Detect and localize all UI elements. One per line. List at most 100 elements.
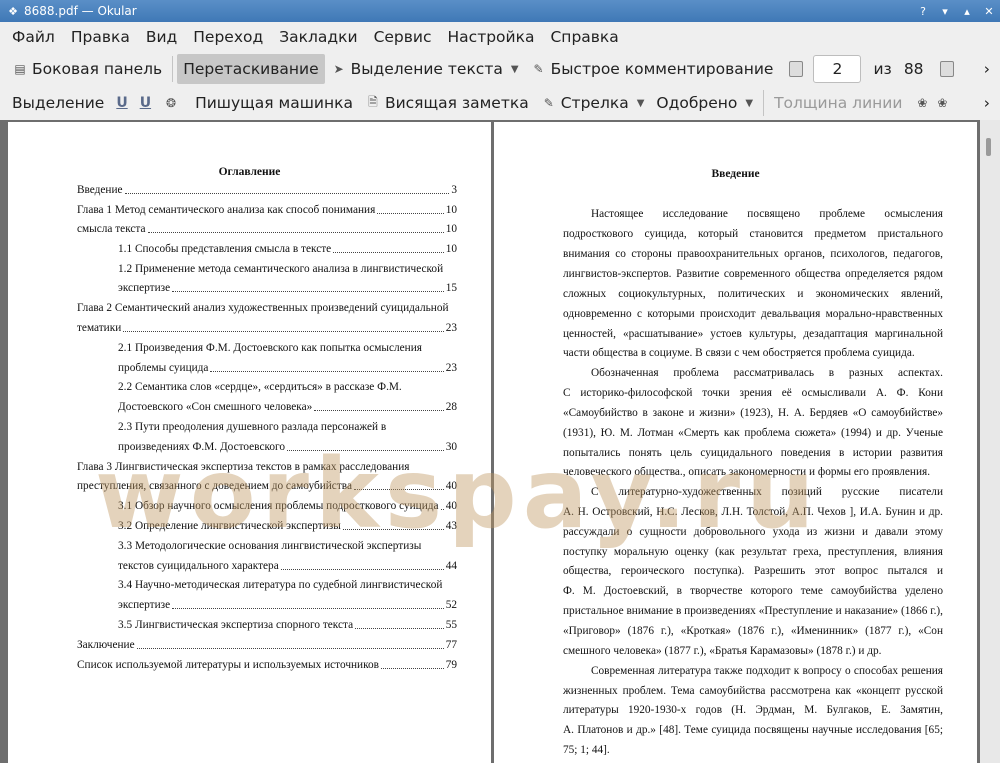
typewriter-label: Пишущая машинка (195, 94, 353, 112)
toc-entry[interactable]: преступления, связанного с доведением до… (77, 480, 457, 493)
hanging-note-label: Висящая заметка (384, 94, 529, 112)
text-line: С литературно-художественных позиций рус… (591, 486, 943, 498)
line-width-label: Толщина линии (774, 94, 903, 112)
chevron-down-icon[interactable]: ▼ (511, 64, 519, 75)
text-line: А. Платонов и др.» [48]. Теме суицида по… (563, 724, 943, 736)
color-icon[interactable]: ❀ (914, 95, 930, 111)
pdf-page-toc: Оглавление Введение 3 Глава 1 Метод семан… (8, 122, 491, 763)
drag-mode-button[interactable]: Перетаскивание (177, 54, 325, 84)
text-select-button[interactable]: ➤ Выделение текста ▼ (325, 54, 525, 84)
sidebar-button[interactable]: ▤ Боковая панель (6, 54, 168, 84)
menu-bookmarks[interactable]: Закладки (271, 24, 365, 50)
toc-entry[interactable]: произведениях Ф.М. Достоевского 30 (118, 441, 457, 454)
chevron-down-icon[interactable]: ▼ (745, 98, 753, 109)
note-icon: 🗎 (368, 94, 378, 109)
toc-entry[interactable]: проблемы суицида 23 (118, 362, 457, 375)
toc-entry[interactable]: 3.2 Определение лингвистической эксперти… (118, 520, 457, 533)
chevron-down-icon[interactable]: ▼ (637, 98, 645, 109)
quick-comment-button[interactable]: ✎ Быстрое комментирование (525, 54, 780, 84)
text-line: одновременно с которыми происходит девал… (563, 308, 943, 320)
drag-mode-label: Перетаскивание (183, 60, 319, 78)
toc-entry[interactable]: 1.2 Применение метода семантического ана… (118, 263, 443, 275)
main-toolbar: ▤ Боковая панель Перетаскивание ➤ Выделе… (0, 52, 1000, 86)
help-button[interactable]: ? (912, 0, 934, 22)
menu-tools[interactable]: Сервис (366, 24, 440, 50)
minimize-button[interactable]: ▾ (934, 0, 956, 22)
page-number-input[interactable]: 2 (813, 55, 862, 83)
menu-go[interactable]: Переход (185, 24, 271, 50)
toolbar-overflow-button[interactable]: › (978, 54, 996, 84)
text-line: пристальное внимание в произведениях «Пр… (563, 605, 943, 617)
text-line: Современная литература также подходит к … (591, 665, 943, 677)
toc-entry[interactable]: Глава 2 Семантический анализ художествен… (77, 302, 449, 314)
toc-entry[interactable]: Заключение 77 (77, 639, 457, 652)
okular-app-icon: ❖ (8, 4, 18, 18)
title-bar: ❖ 8688.pdf — Okular ? ▾ ▴ ✕ (0, 0, 1000, 22)
text-line: Настоящее исследование посвящено проблем… (591, 208, 943, 220)
toc-entry[interactable]: тематики 23 (77, 322, 457, 335)
arrow-pen-icon: ✎ (543, 96, 554, 110)
line-width-button[interactable]: Толщина линии (768, 88, 908, 118)
close-button[interactable]: ✕ (978, 0, 1000, 22)
toolbar-overflow-button[interactable]: › (978, 88, 996, 118)
toc-entry[interactable]: Введение 3 (77, 184, 457, 197)
toc-entry[interactable]: 3.4 Научно-методическая литература по су… (118, 579, 442, 591)
toc-entry[interactable]: экспертизе 52 (118, 599, 457, 612)
text-line: (1931), Ю. М. Лотман «Смерть как проблем… (563, 427, 943, 439)
text-select-label: Выделение текста (350, 60, 503, 78)
arrow-button[interactable]: ✎ Стрелка ▼ (535, 88, 651, 118)
pdf-page-introduction: Введение Настоящее исследование посвящен… (494, 122, 977, 763)
toc-entry[interactable]: 3.5 Лингвистическая экспертиза спорного … (118, 619, 457, 632)
toc-entry[interactable]: 2.1 Произведения Ф.М. Достоевского как п… (118, 342, 422, 354)
text-line: «Приговор» (1876 г.), «Кроткая» (1876 г.… (563, 625, 943, 637)
opacity-icon[interactable]: ❀ (934, 95, 950, 111)
text-line: Ф. М. Достоевский, в творчестве которого… (563, 585, 943, 597)
cursor-icon: ➤ (333, 62, 344, 76)
toc-entry[interactable]: 2.2 Семантика слов «сердце», «сердиться»… (118, 381, 402, 393)
menu-help[interactable]: Справка (542, 24, 626, 50)
vertical-scrollbar[interactable] (980, 120, 1000, 763)
strikeout-icon[interactable]: ❂ (157, 88, 189, 118)
maximize-button[interactable]: ▴ (956, 0, 978, 22)
text-line: литературы 1920-1930-х годов (Н. Эрдман,… (563, 704, 943, 716)
menu-edit[interactable]: Правка (63, 24, 138, 50)
toc-entry[interactable]: 1.1 Способы представления смысла в текст… (118, 243, 457, 256)
toc-title: Оглавление (218, 166, 281, 178)
arrow-label: Стрелка (560, 94, 629, 112)
toc-entry[interactable]: текстов суицидального характера 44 (118, 560, 457, 573)
toc-entry[interactable]: экспертизе 15 (118, 282, 457, 295)
toc-entry[interactable]: Список используемой литературы и использ… (77, 659, 457, 672)
toc-entry[interactable]: Глава 1 Метод семантического анализа как… (77, 204, 457, 217)
next-page-icon[interactable] (939, 61, 954, 77)
text-line: подросткового суицида, который становитс… (563, 228, 943, 240)
page-total: 88 (903, 60, 924, 78)
typewriter-button[interactable]: Пишущая машинка (189, 88, 359, 118)
stamp-icon: ❂ (166, 96, 177, 110)
toc-entry[interactable]: смысла текста 10 (77, 223, 457, 236)
text-line: попытались понять цель суицидального пов… (563, 447, 943, 459)
scrollbar-thumb[interactable] (986, 138, 991, 156)
pen-icon: ✎ (533, 62, 544, 76)
approved-stamp-button[interactable]: Одобрено ▼ (650, 88, 759, 118)
hanging-note-button[interactable]: 🗎 Висящая заметка (359, 88, 535, 118)
previous-page-icon[interactable] (789, 61, 804, 77)
toc-entry[interactable]: Достоевского «Сон смешного человека» 28 (118, 401, 457, 414)
underline-icon[interactable]: U (110, 88, 133, 118)
highlight-label: Выделение (12, 94, 105, 112)
text-line: сложных социокультурных, политических и … (563, 288, 943, 300)
text-line: рассуждали о сущности добровольного уход… (563, 526, 943, 538)
page-number-value: 2 (832, 60, 843, 78)
document-view[interactable]: Оглавление Введение 3 Глава 1 Метод семан… (0, 120, 1000, 763)
toc-entry[interactable]: 3.3 Методологические основания лингвисти… (118, 540, 421, 552)
toc-entry[interactable]: Глава 3 Лингвистическая экспертиза текст… (77, 461, 409, 473)
menu-view[interactable]: Вид (138, 24, 185, 50)
menu-settings[interactable]: Настройка (440, 24, 543, 50)
squiggle-underline-icon[interactable]: U (134, 88, 157, 118)
text-line: человеческого общества., описать законом… (563, 466, 931, 478)
highlight-button[interactable]: Выделение (6, 88, 110, 118)
text-line: «Самоубийство в законе и жизни» (1923), … (563, 407, 943, 419)
toc-entry[interactable]: 3.1 Обзор научного осмысления проблемы п… (118, 500, 457, 513)
annotation-toolbar: Выделение U U ❂ Пишущая машинка 🗎 Висяща… (0, 86, 1000, 120)
menu-file[interactable]: Файл (4, 24, 63, 50)
toc-entry[interactable]: 2.3 Пути преодоления душевного разлада п… (118, 421, 386, 433)
